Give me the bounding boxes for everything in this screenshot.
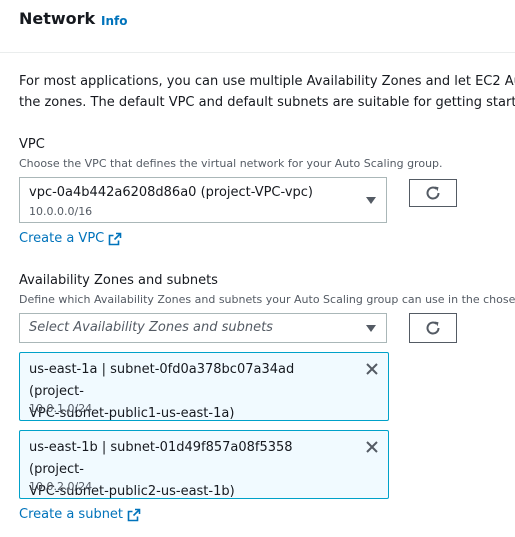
subnets-hint: Define which Availability Zones and subn… xyxy=(19,293,515,306)
vpc-refresh-button[interactable] xyxy=(409,179,457,207)
caret-down-icon xyxy=(366,197,376,204)
external-link-icon xyxy=(108,232,122,245)
subnet-token-line-1: us-east-1b | subnet-01d49f857a08f5358 (p… xyxy=(29,440,293,477)
create-subnet-link-label: Create a subnet xyxy=(19,507,124,522)
subnet-token-label: us-east-1b | subnet-01d49f857a08f5358 (p… xyxy=(29,437,344,503)
refresh-icon xyxy=(426,321,440,335)
subnets-placeholder: Select Availability Zones and subnets xyxy=(29,320,273,335)
create-vpc-link[interactable]: Create a VPC xyxy=(19,231,122,246)
vpc-cidr: 10.0.0.0/16 xyxy=(29,205,93,218)
vpc-hint: Choose the VPC that defines the virtual … xyxy=(19,157,443,170)
subnets-label: Availability Zones and subnets xyxy=(19,273,218,288)
create-vpc-link-label: Create a VPC xyxy=(19,231,105,246)
subnets-refresh-button[interactable] xyxy=(409,313,457,343)
subnet-token-line-1: us-east-1a | subnet-0fd0a378bc07a34ad (p… xyxy=(29,362,295,399)
info-link[interactable]: Info xyxy=(101,14,127,28)
subnet-token-label: us-east-1a | subnet-0fd0a378bc07a34ad (p… xyxy=(29,359,344,425)
vpc-select[interactable]: vpc-0a4b442a6208d86a0 (project-VPC-vpc) … xyxy=(19,177,387,223)
external-link-icon xyxy=(127,508,141,521)
close-icon[interactable] xyxy=(365,440,379,454)
subnets-select[interactable]: Select Availability Zones and subnets xyxy=(19,313,387,343)
vpc-selected-value: vpc-0a4b442a6208d86a0 (project-VPC-vpc) xyxy=(29,185,314,200)
subnet-token-cidr: 10.0.1.0/24 xyxy=(29,402,93,415)
description-line-1: For most applications, you can use multi… xyxy=(19,74,515,89)
subnet-token: us-east-1a | subnet-0fd0a378bc07a34ad (p… xyxy=(19,352,389,421)
section-description: For most applications, you can use multi… xyxy=(19,71,515,113)
section-header: Network Info xyxy=(0,0,515,53)
create-subnet-link[interactable]: Create a subnet xyxy=(19,507,141,522)
section-title: Network xyxy=(19,9,96,28)
vpc-label: VPC xyxy=(19,137,45,152)
caret-down-icon xyxy=(366,325,376,332)
subnet-token: us-east-1b | subnet-01d49f857a08f5358 (p… xyxy=(19,430,389,499)
subnet-token-cidr: 10.0.2.0/24 xyxy=(29,480,93,493)
close-icon[interactable] xyxy=(365,362,379,376)
refresh-icon xyxy=(426,186,440,200)
description-line-2: the zones. The default VPC and default s… xyxy=(19,95,515,110)
